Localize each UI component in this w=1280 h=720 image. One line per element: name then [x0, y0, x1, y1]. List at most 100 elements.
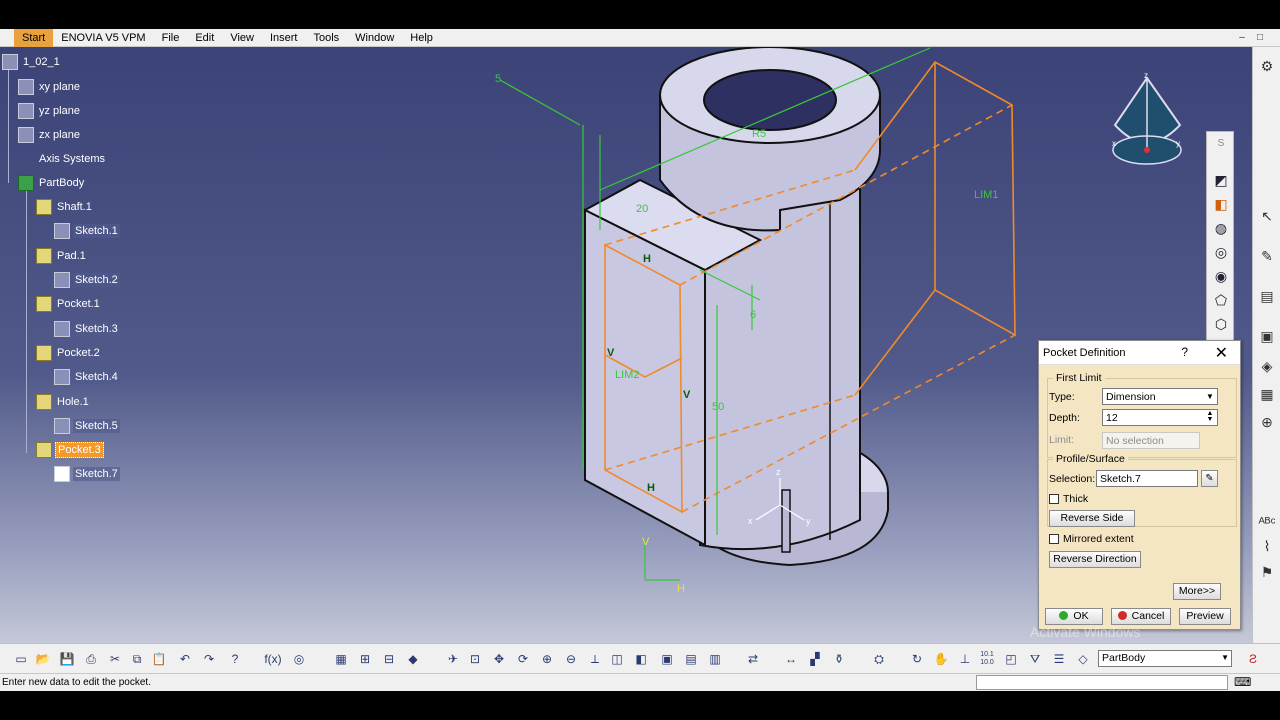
gear-icon[interactable]: ⚙	[1257, 57, 1277, 75]
ok-button[interactable]: OK	[1045, 608, 1103, 625]
spinner-icon[interactable]: ▲ ▼	[1204, 410, 1216, 424]
list-icon[interactable]: ☰	[1050, 651, 1068, 667]
new-file-icon[interactable]: ▭	[12, 651, 30, 667]
preview-button[interactable]: Preview	[1179, 608, 1231, 625]
power-input-icon[interactable]: ⌨	[1234, 675, 1251, 689]
apply-material-icon[interactable]: ⇄	[744, 651, 762, 667]
tree-item-sketch2[interactable]: Sketch.2	[54, 271, 120, 289]
paste-icon[interactable]: 📋	[150, 651, 168, 667]
pan-icon[interactable]: ✥	[490, 651, 508, 667]
tree-item-xy-plane[interactable]: xy plane	[18, 78, 82, 96]
numeric-input-icon[interactable]: 10.1 10.0	[978, 651, 996, 667]
menu-view[interactable]: View	[222, 29, 262, 47]
filter-icon[interactable]: ⛛	[1026, 651, 1044, 667]
cut-icon[interactable]: ✂	[106, 651, 124, 667]
tree-item-pocket1[interactable]: Pocket.1	[36, 295, 102, 313]
menu-window[interactable]: Window	[347, 29, 402, 47]
thick-checkbox[interactable]	[1049, 494, 1059, 504]
copy-icon[interactable]: ⧉	[128, 651, 146, 667]
shaft-icon[interactable]: ◍	[1211, 218, 1231, 238]
tree-item-pad[interactable]: Pad.1	[36, 247, 88, 265]
tree-item-shaft[interactable]: Shaft.1	[36, 198, 94, 216]
help-button[interactable]: ?	[1181, 345, 1188, 359]
reframe-icon[interactable]: ✋	[932, 651, 950, 667]
tree-item-yz-plane[interactable]: yz plane	[18, 102, 82, 120]
material-icon[interactable]: ◆	[404, 651, 422, 667]
print-icon[interactable]: ⎙	[82, 651, 100, 667]
tree-item-hole[interactable]: Hole.1	[36, 393, 91, 411]
menu-help[interactable]: Help	[402, 29, 441, 47]
hide-show-icon[interactable]: ▣	[658, 651, 676, 667]
redo-icon[interactable]: ↷	[200, 651, 218, 667]
menu-start[interactable]: Start	[14, 28, 54, 47]
body-icon[interactable]: ◇	[1074, 651, 1092, 667]
type-select[interactable]: Dimension ▼	[1102, 388, 1218, 405]
update-icon[interactable]: ↻	[908, 651, 926, 667]
annotation-icon[interactable]: ⌇	[1257, 537, 1277, 555]
restore-button[interactable]: □	[1254, 29, 1266, 47]
command-input[interactable]	[976, 675, 1228, 690]
shading-icon[interactable]: ◧	[632, 651, 650, 667]
measure-icon[interactable]: ⊕	[1257, 413, 1277, 431]
analysis-icon[interactable]: ◈	[1257, 357, 1277, 375]
menu-enovia[interactable]: ENOVIA V5 VPM	[53, 29, 153, 47]
scan-icon[interactable]: ⊞	[356, 651, 374, 667]
edit-sketch-icon[interactable]: ✎	[1201, 470, 1218, 487]
rotate-icon[interactable]: ⟳	[514, 651, 532, 667]
catalog-icon[interactable]: ⊟	[380, 651, 398, 667]
pocket-tool-icon[interactable]: ▣	[1257, 327, 1277, 345]
measure-between-icon[interactable]: ↔	[782, 651, 800, 667]
layer-icon[interactable]: ◰	[1002, 651, 1020, 667]
cancel-button[interactable]: Cancel	[1111, 608, 1171, 625]
formula-icon[interactable]: f(x)	[264, 651, 282, 667]
slot-icon[interactable]: ⬡	[1211, 314, 1231, 334]
flag-note-icon[interactable]: ⚑	[1257, 563, 1277, 581]
grid-icon[interactable]: ▦	[1257, 385, 1277, 403]
layers-icon[interactable]: ▤	[1257, 287, 1277, 305]
tree-root[interactable]: 1_02_1	[2, 53, 62, 71]
menu-tools[interactable]: Tools	[305, 29, 347, 47]
menu-insert[interactable]: Insert	[262, 29, 306, 47]
swap-space-icon[interactable]: ▤	[682, 651, 700, 667]
tree-item-sketch4[interactable]: Sketch.4	[54, 368, 120, 386]
reverse-direction-button[interactable]: Reverse Direction	[1049, 551, 1141, 568]
knowledge-icon[interactable]: ◎	[290, 651, 308, 667]
tree-item-zx-plane[interactable]: zx plane	[18, 126, 82, 144]
tree-item-partbody[interactable]: PartBody	[18, 174, 86, 192]
view-mode-icon[interactable]: ▥	[706, 651, 724, 667]
pocket-icon[interactable]: ◧	[1211, 194, 1231, 214]
tree-item-sketch5[interactable]: Sketch.5	[54, 417, 120, 435]
whats-this-icon[interactable]: ?	[226, 651, 244, 667]
minimize-button[interactable]: –	[1236, 29, 1248, 47]
text-icon[interactable]: ᴬᴮᶜ	[1257, 513, 1277, 531]
fly-mode-icon[interactable]: ✈	[444, 651, 462, 667]
reverse-side-button[interactable]: Reverse Side	[1049, 510, 1135, 527]
open-icon[interactable]: 📂	[34, 651, 52, 667]
hole-icon[interactable]: ◉	[1211, 266, 1231, 286]
depth-input[interactable]: 12 ▲ ▼	[1102, 409, 1218, 426]
tree-item-pocket2[interactable]: Pocket.2	[36, 344, 102, 362]
sketch-icon[interactable]: ✎	[1257, 247, 1277, 265]
axis-system-icon[interactable]: ⊥	[956, 651, 974, 667]
measure-item-icon[interactable]: ▞	[806, 651, 824, 667]
rib-icon[interactable]: ⬠	[1211, 290, 1231, 310]
select-arrow-icon[interactable]: ↖	[1257, 207, 1277, 225]
pad-icon[interactable]: ◩	[1211, 170, 1231, 190]
undo-icon[interactable]: ↶	[176, 651, 194, 667]
compass-icon[interactable]: z x y	[1112, 71, 1182, 165]
current-body-select[interactable]: PartBody ▼	[1098, 650, 1232, 667]
tree-item-sketch3[interactable]: Sketch.3	[54, 320, 120, 338]
groove-icon[interactable]: ◎	[1211, 242, 1231, 262]
iso-view-icon[interactable]: ◫	[608, 651, 626, 667]
tree-item-sketch1[interactable]: Sketch.1	[54, 222, 120, 240]
capture-icon[interactable]: ⛭	[870, 651, 888, 667]
tree-item-axis-systems[interactable]: Axis Systems	[18, 150, 107, 168]
zoom-in-icon[interactable]: ⊕	[538, 651, 556, 667]
zoom-out-icon[interactable]: ⊖	[562, 651, 580, 667]
menu-file[interactable]: File	[154, 29, 188, 47]
selection-field[interactable]: Sketch.7	[1096, 470, 1198, 487]
close-button[interactable]: ✕	[1215, 343, 1228, 363]
save-icon[interactable]: 💾	[58, 651, 76, 667]
dialog-title-bar[interactable]: Pocket Definition	[1039, 341, 1240, 365]
more-button[interactable]: More>>	[1173, 583, 1221, 600]
